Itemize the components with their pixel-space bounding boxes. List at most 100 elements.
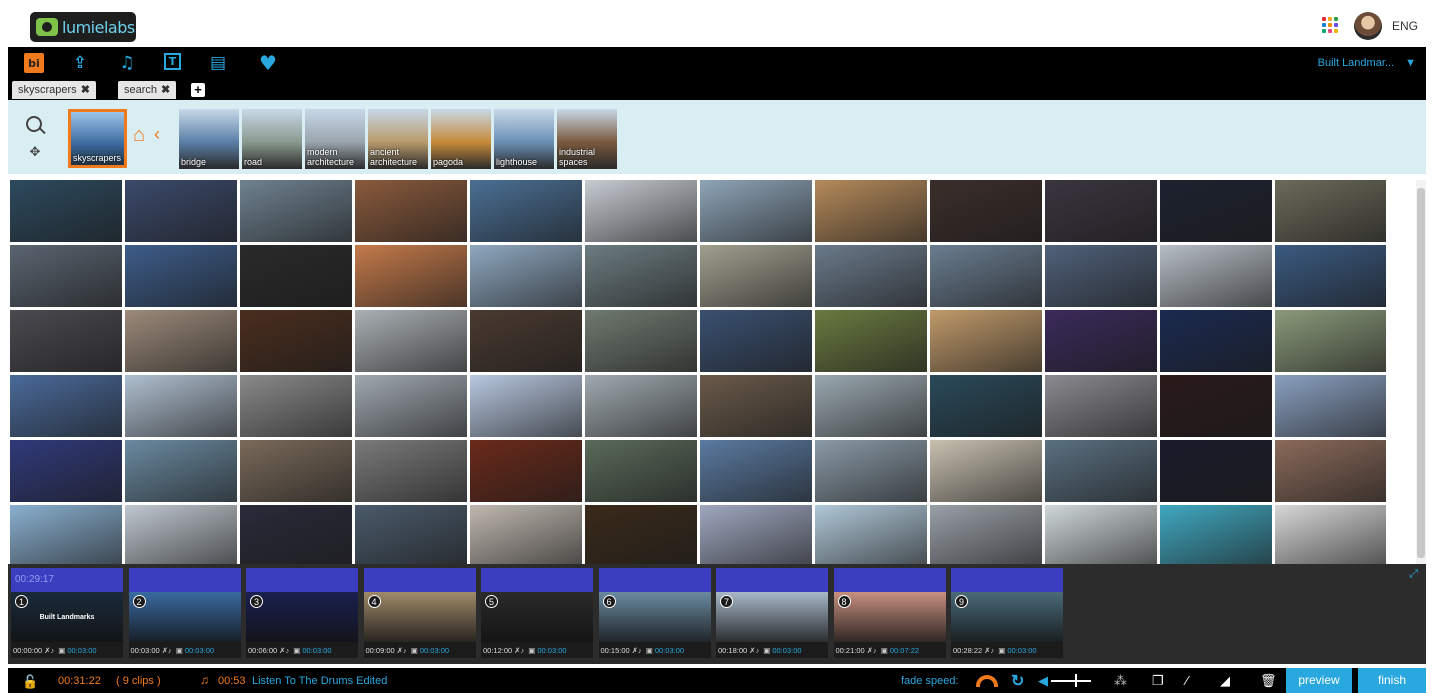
video-thumbnail[interactable]	[125, 505, 237, 564]
chevron-left-icon[interactable]: ‹	[154, 124, 160, 145]
video-thumbnail[interactable]	[240, 505, 352, 564]
video-thumbnail[interactable]	[125, 375, 237, 437]
video-thumbnail[interactable]	[1275, 505, 1386, 564]
clip-duration[interactable]: 00:03:00	[302, 646, 331, 655]
mute-icon[interactable]: ✗♪	[279, 646, 289, 655]
clip-header[interactable]	[246, 568, 358, 592]
video-thumbnail[interactable]	[700, 375, 812, 437]
video-thumbnail[interactable]	[815, 180, 927, 242]
timeline-clip[interactable]: 5 00:12:00 ✗♪ ▣ 00:03:00	[481, 568, 593, 658]
clip-header[interactable]	[598, 568, 711, 592]
user-avatar[interactable]	[1354, 12, 1382, 40]
category-item[interactable]: road	[242, 109, 302, 169]
film-icon[interactable]: ▣	[646, 646, 653, 655]
app-logo[interactable]: lumielabs	[30, 12, 136, 42]
timeline-clip[interactable]: 00:29:17 1 Built Landmarks 00:00:00 ✗♪ ▣ 00:03…	[11, 568, 123, 658]
clip-duration[interactable]: 00:03:00	[67, 646, 96, 655]
home-icon[interactable]: ⌂	[133, 124, 145, 147]
language-selector[interactable]: ENG	[1392, 19, 1418, 33]
magic-wand-icon[interactable]: ⁄	[1186, 673, 1188, 688]
video-thumbnail[interactable]	[355, 245, 467, 307]
search-icon[interactable]	[26, 116, 42, 132]
video-thumbnail[interactable]	[1045, 440, 1157, 502]
video-thumbnail[interactable]	[1275, 375, 1386, 437]
film-icon[interactable]: ▣	[881, 646, 888, 655]
video-thumbnail[interactable]	[10, 440, 122, 502]
clip-duration[interactable]: 00:03:00	[772, 646, 801, 655]
video-thumbnail[interactable]	[240, 375, 352, 437]
film-icon[interactable]: ▣	[176, 646, 183, 655]
timeline-clip[interactable]: 4 00:09:00 ✗♪ ▣ 00:03:00	[363, 568, 476, 658]
clip-header[interactable]: 00:29:17	[11, 568, 123, 592]
video-thumbnail[interactable]	[125, 310, 237, 372]
category-item[interactable]: pagoda	[431, 109, 491, 169]
text-icon[interactable]: T	[164, 53, 181, 70]
film-icon[interactable]: ▣	[293, 646, 300, 655]
video-thumbnail[interactable]	[1160, 180, 1272, 242]
video-thumbnail[interactable]	[930, 310, 1042, 372]
category-skyscrapers[interactable]: skyscrapers	[68, 109, 127, 168]
video-thumbnail[interactable]	[1160, 310, 1272, 372]
refresh-icon[interactable]: ↻	[1011, 671, 1024, 691]
film-icon[interactable]: ▣	[528, 646, 535, 655]
video-thumbnail[interactable]	[930, 180, 1042, 242]
apps-grid-icon[interactable]	[1322, 17, 1338, 33]
clip-duration[interactable]: 00:03:00	[185, 646, 214, 655]
video-thumbnail[interactable]	[10, 180, 122, 242]
category-item[interactable]: modern architecture	[305, 109, 365, 169]
film-icon[interactable]: ▣	[763, 646, 770, 655]
timeline-clip[interactable]: 2 00:03:00 ✗♪ ▣ 00:03:00	[128, 568, 241, 658]
storyboard-icon[interactable]: bi	[24, 53, 44, 73]
clip-header[interactable]	[128, 568, 241, 592]
video-thumbnail[interactable]	[700, 505, 812, 564]
music-title[interactable]: Listen To The Drums Edited	[252, 675, 387, 687]
clip-header[interactable]	[716, 568, 828, 592]
video-thumbnail[interactable]	[240, 440, 352, 502]
close-icon[interactable]: ✖	[161, 84, 170, 96]
preview-button[interactable]: preview	[1286, 668, 1352, 693]
upload-icon[interactable]: ⇪	[70, 53, 90, 73]
video-thumbnail[interactable]	[815, 440, 927, 502]
heart-icon[interactable]: ♥	[258, 51, 278, 75]
document-icon[interactable]: ▤	[208, 53, 228, 73]
video-thumbnail[interactable]	[240, 310, 352, 372]
video-thumbnail[interactable]	[585, 180, 697, 242]
mute-icon[interactable]: ✗♪	[984, 646, 994, 655]
video-thumbnail[interactable]	[815, 245, 927, 307]
clip-duration[interactable]: 00:03:00	[655, 646, 684, 655]
mute-icon[interactable]: ✗♪	[749, 646, 759, 655]
video-thumbnail[interactable]	[1045, 505, 1157, 564]
video-thumbnail[interactable]	[1160, 375, 1272, 437]
timeline-clip[interactable]: 6 00:15:00 ✗♪ ▣ 00:03:00	[598, 568, 711, 658]
video-thumbnail[interactable]	[470, 505, 582, 564]
video-thumbnail[interactable]	[355, 505, 467, 564]
clip-duration[interactable]: 00:03:00	[1007, 646, 1036, 655]
video-thumbnail[interactable]	[930, 245, 1042, 307]
clip-duration[interactable]: 00:03:00	[420, 646, 449, 655]
tab-search[interactable]: search ✖	[118, 81, 177, 99]
finish-button[interactable]: finish	[1358, 668, 1426, 693]
category-item[interactable]: ancient architecture	[368, 109, 428, 169]
video-thumbnail[interactable]	[815, 505, 927, 564]
video-thumbnail[interactable]	[10, 245, 122, 307]
copy-icon[interactable]: ❐	[1152, 673, 1164, 689]
video-thumbnail[interactable]	[125, 440, 237, 502]
video-thumbnail[interactable]	[470, 310, 582, 372]
video-thumbnail[interactable]	[815, 310, 927, 372]
eraser-icon[interactable]: ◢	[1220, 673, 1230, 689]
video-thumbnail[interactable]	[10, 505, 122, 564]
video-thumbnail[interactable]	[240, 180, 352, 242]
video-thumbnail[interactable]	[355, 180, 467, 242]
scrollbar-thumb[interactable]	[1417, 188, 1425, 558]
video-thumbnail[interactable]	[10, 375, 122, 437]
video-thumbnail[interactable]	[1160, 505, 1272, 564]
video-thumbnail[interactable]	[700, 440, 812, 502]
video-thumbnail[interactable]	[700, 310, 812, 372]
film-reel-icon[interactable]: ✥	[24, 144, 46, 159]
video-thumbnail[interactable]	[355, 375, 467, 437]
video-thumbnail[interactable]	[1045, 375, 1157, 437]
video-thumbnail[interactable]	[585, 245, 697, 307]
timeline-clip[interactable]: 8 00:21:00 ✗♪ ▣ 00:07:22	[833, 568, 946, 658]
shuffle-icon[interactable]: ⁂	[1114, 673, 1127, 689]
clip-header[interactable]	[833, 568, 946, 592]
